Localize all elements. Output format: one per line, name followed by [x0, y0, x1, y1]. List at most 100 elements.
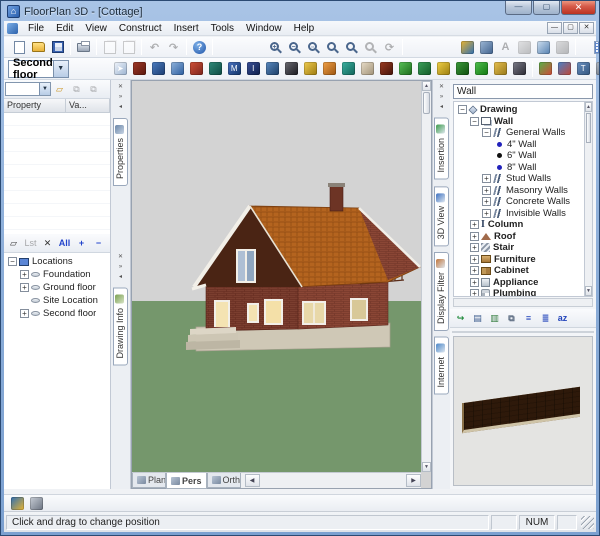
tree-node-stud-walls[interactable]: + Stud Walls — [456, 173, 584, 185]
new-item-icon[interactable]: ▤ — [470, 311, 485, 326]
tab-drawing-info[interactable]: Drawing Info — [113, 288, 128, 366]
vertical-scroll-thumb[interactable] — [423, 92, 430, 114]
column-tool-icon[interactable]: I — [245, 60, 262, 77]
tree-expand-icon[interactable]: + — [20, 270, 29, 279]
select-tool-icon[interactable]: ➤ — [112, 60, 129, 77]
duplicate-icon[interactable]: ⧉ — [504, 311, 519, 326]
tree-horizontal-scrollbar[interactable] — [453, 298, 593, 307]
copy-icon[interactable] — [101, 39, 118, 56]
tree-expand-icon[interactable]: + — [482, 185, 491, 195]
view-tab-plan[interactable]: Plan — [132, 473, 166, 488]
menu-help[interactable]: Help — [288, 22, 321, 35]
level-selector-arrow-icon[interactable]: ▼ — [52, 60, 68, 77]
chair-tool-icon[interactable] — [359, 60, 376, 77]
tree-expand-icon[interactable]: + — [20, 309, 29, 318]
ramp-tool-icon[interactable] — [340, 60, 357, 77]
tree-expand-icon[interactable]: − — [458, 105, 467, 115]
tree-expand-icon[interactable]: + — [482, 197, 491, 207]
tree-expand-icon[interactable]: + — [470, 277, 479, 287]
door-tool-icon[interactable] — [150, 60, 167, 77]
tree-scroll-up-icon[interactable]: ▲ — [585, 102, 592, 112]
tree-node-plumbing[interactable]: + Plumbing — [456, 288, 584, 296]
box-filter-icon[interactable]: ▱ — [6, 236, 21, 251]
view-tab-pers[interactable]: Pers — [166, 473, 207, 489]
tree-expand-icon[interactable]: + — [470, 243, 479, 253]
tree-expand-icon[interactable]: + — [482, 208, 491, 218]
tree-expand-icon[interactable]: + — [20, 283, 29, 292]
text-arrow-icon[interactable]: T — [575, 60, 592, 77]
opening-tool-icon[interactable] — [188, 60, 205, 77]
viewpoint-icon[interactable] — [478, 39, 495, 56]
help-icon[interactable]: ? — [191, 39, 208, 56]
tree-node-drawing[interactable]: − Drawing — [456, 104, 584, 116]
walkthrough-player-icon[interactable] — [9, 495, 26, 512]
maximize-button[interactable]: ▢ — [533, 1, 560, 15]
tree-node-masonry-walls[interactable]: + Masonry Walls — [456, 185, 584, 197]
estimate-icon[interactable] — [535, 39, 552, 56]
wall-tool-icon[interactable] — [131, 60, 148, 77]
collapse-all-icon[interactable]: − — [91, 236, 106, 251]
redraw-icon[interactable]: ⟳ — [381, 39, 398, 56]
tree-node-second-floor[interactable]: + Second floor — [6, 307, 110, 320]
fireplace-tool-icon[interactable] — [378, 60, 395, 77]
zoom-out-icon[interactable]: − — [286, 39, 303, 56]
tree-expand-icon[interactable]: + — [470, 254, 479, 264]
tree-node-locations[interactable]: − Locations — [6, 255, 110, 268]
tree-node-wall[interactable]: − Wall — [456, 116, 584, 128]
all-icon[interactable]: All — [57, 236, 72, 251]
tree-expand-icon[interactable]: + — [470, 220, 479, 230]
vehicle-tool-icon[interactable] — [511, 60, 528, 77]
menu-edit[interactable]: Edit — [50, 22, 79, 35]
viewport-vertical-scrollbar[interactable]: ▲ ▼ — [421, 81, 431, 472]
paste-icon[interactable] — [120, 39, 137, 56]
zoom-all-icon[interactable] — [343, 39, 360, 56]
zoom-window-icon[interactable]: ▫ — [305, 39, 322, 56]
mdi-restore-button[interactable]: ▢ — [563, 22, 578, 34]
properties-combo[interactable]: ▼ — [5, 82, 51, 96]
scroll-down-icon[interactable]: ▼ — [422, 462, 431, 472]
tab-insertion[interactable]: Insertion — [434, 118, 449, 180]
tree-node-6-wall[interactable]: 6" Wall — [456, 150, 584, 162]
panel-close-icon[interactable]: ✕ — [436, 82, 447, 92]
sort-icon[interactable]: az — [555, 311, 570, 326]
roof-wizard-icon[interactable] — [537, 60, 554, 77]
undo-icon[interactable]: ↶ — [146, 39, 163, 56]
dimension-icon[interactable] — [516, 39, 533, 56]
zoom-extents-icon[interactable] — [362, 39, 379, 56]
tree-expand-icon[interactable]: + — [470, 289, 479, 296]
cabinet-tool-icon[interactable] — [492, 60, 509, 77]
panel-collapse-icon[interactable]: ◂ — [115, 102, 126, 112]
plant-tool-icon[interactable] — [397, 60, 414, 77]
panel-collapse-icon[interactable]: ◂ — [115, 272, 126, 282]
list-filter-icon[interactable]: Lst — [23, 236, 38, 251]
panel-autohide-icon[interactable]: » — [115, 92, 126, 102]
scroll-left-icon[interactable]: ◀ — [244, 474, 260, 487]
tree-expand-icon[interactable]: + — [470, 231, 479, 241]
panel-splitter[interactable] — [452, 331, 594, 333]
tree-node-column[interactable]: + I Column — [456, 219, 584, 231]
stair-tool-icon[interactable] — [416, 60, 433, 77]
value-column-header[interactable]: Va... — [66, 99, 110, 112]
minimize-button[interactable]: — — [505, 1, 532, 15]
tree-node-concrete-walls[interactable]: + Concrete Walls — [456, 196, 584, 208]
panel-close-icon[interactable]: ✕ — [115, 82, 126, 92]
tree-scroll-thumb[interactable] — [586, 113, 591, 143]
menu-window[interactable]: Window — [240, 22, 288, 35]
window-tool-icon[interactable] — [169, 60, 186, 77]
menu-file[interactable]: File — [22, 22, 50, 35]
tab-3d-view[interactable]: 3D View — [434, 185, 449, 246]
acquire-icon[interactable]: ↪ — [453, 311, 468, 326]
tree-node-8-wall[interactable]: 8" Wall — [456, 162, 584, 174]
tab-properties[interactable]: Properties — [113, 118, 128, 187]
level-selector[interactable]: Second floor ▼ — [8, 57, 69, 81]
walkthrough-icon[interactable] — [459, 39, 476, 56]
attach-icon[interactable]: ⧉ — [69, 82, 84, 97]
grid-icon[interactable] — [592, 39, 599, 56]
tree-expand-icon[interactable]: − — [8, 257, 17, 266]
deck-tool-icon[interactable] — [473, 60, 490, 77]
panel-autohide-icon[interactable]: » — [115, 262, 126, 272]
save-icon[interactable] — [49, 39, 66, 56]
mdi-close-button[interactable]: ✕ — [579, 22, 594, 34]
tree-node-appliance[interactable]: + Appliance — [456, 277, 584, 289]
tree-node-invisible-walls[interactable]: + Invisible Walls — [456, 208, 584, 220]
